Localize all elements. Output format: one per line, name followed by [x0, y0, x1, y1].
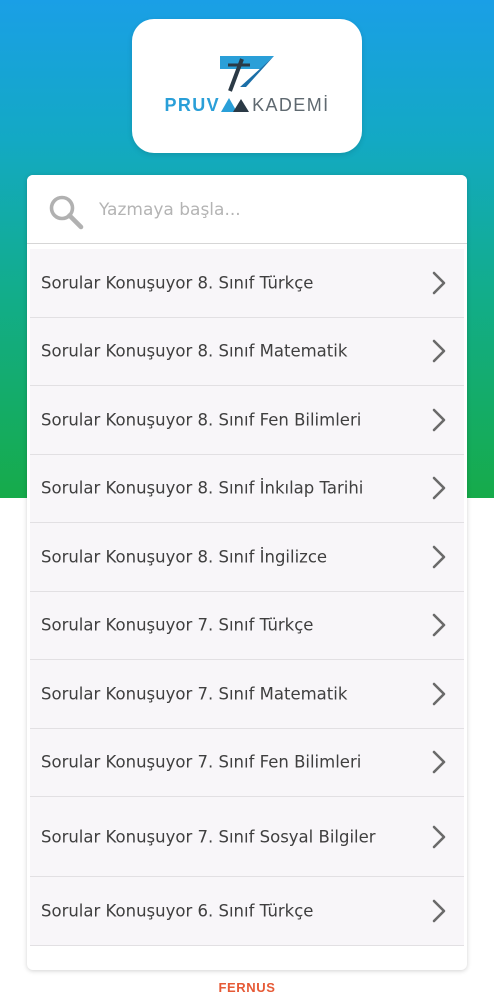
chevron-right-icon [432, 339, 446, 363]
chevron-right-icon [432, 613, 446, 637]
list-item[interactable]: Sorular Konuşuyor 8. Sınıf Matematik [30, 317, 464, 386]
chevron-right-icon [432, 899, 446, 923]
logo-card: PRUV KADEMİ [132, 19, 362, 153]
list-item[interactable]: Sorular Konuşuyor 8. Sınıf Türkçe [30, 249, 464, 318]
list-item[interactable]: Sorular Konuşuyor 8. Sınıf Fen Bilimleri [30, 386, 464, 455]
list-item[interactable]: Sorular Konuşuyor 7. Sınıf Matematik [30, 660, 464, 729]
list-item-label: Sorular Konuşuyor 7. Sınıf Sosyal Bilgil… [41, 827, 376, 846]
logo-text-kademi: KADEMİ [252, 95, 330, 115]
list-item-label: Sorular Konuşuyor 8. Sınıf Matematik [41, 341, 348, 361]
list-item-label: Sorular Konuşuyor 7. Sınıf Matematik [41, 684, 348, 704]
list-item[interactable]: Sorular Konuşuyor 8. Sınıf İnkılap Tarih… [30, 454, 464, 523]
search-bar [27, 175, 467, 244]
logo-wordmark: PRUV KADEMİ [132, 95, 362, 116]
course-list-card: Sorular Konuşuyor 8. Sınıf Türkçe Sorula… [27, 175, 467, 970]
list-item-label: Sorular Konuşuyor 7. Sınıf Türkçe [41, 615, 314, 635]
list-item-label: Sorular Konuşuyor 8. Sınıf Türkçe [41, 273, 314, 293]
chevron-right-icon [432, 825, 446, 848]
list-item[interactable]: Sorular Konuşuyor 7. Sınıf Türkçe [30, 591, 464, 660]
list-item[interactable]: Sorular Konuşuyor 6. Sınıf Türkçe [30, 877, 464, 946]
list-item[interactable]: Sorular Konuşuyor 7. Sınıf Fen Bilimleri [30, 728, 464, 797]
list-item-label: Sorular Konuşuyor 8. Sınıf İngilizce [41, 547, 328, 567]
chevron-right-icon [432, 271, 446, 295]
chevron-right-icon [432, 545, 446, 569]
chevron-right-icon [432, 682, 446, 706]
search-input[interactable] [99, 195, 439, 225]
list-item[interactable]: Sorular Konuşuyor 8. Sınıf İngilizce [30, 523, 464, 592]
footer-brand: FERNUS [218, 980, 276, 995]
list-item[interactable]: Sorular Konuşuyor 7. Sınıf Sosyal Bilgil… [30, 797, 464, 877]
logo-peaks-icon [221, 98, 250, 112]
chevron-right-icon [432, 476, 446, 500]
chevron-right-icon [432, 408, 446, 432]
chevron-right-icon [432, 750, 446, 774]
list-item-label: Sorular Konuşuyor 8. Sınıf Fen Bilimleri [41, 410, 362, 430]
course-list: Sorular Konuşuyor 8. Sınıf Türkçe Sorula… [30, 249, 464, 946]
logo-text-pruv: PRUV [164, 95, 221, 115]
list-item-label: Sorular Konuşuyor 6. Sınıf Türkçe [41, 901, 314, 921]
list-item-label: Sorular Konuşuyor 7. Sınıf Fen Bilimleri [41, 752, 362, 772]
list-item-label: Sorular Konuşuyor 8. Sınıf İnkılap Tarih… [41, 478, 364, 498]
search-icon [49, 195, 84, 230]
